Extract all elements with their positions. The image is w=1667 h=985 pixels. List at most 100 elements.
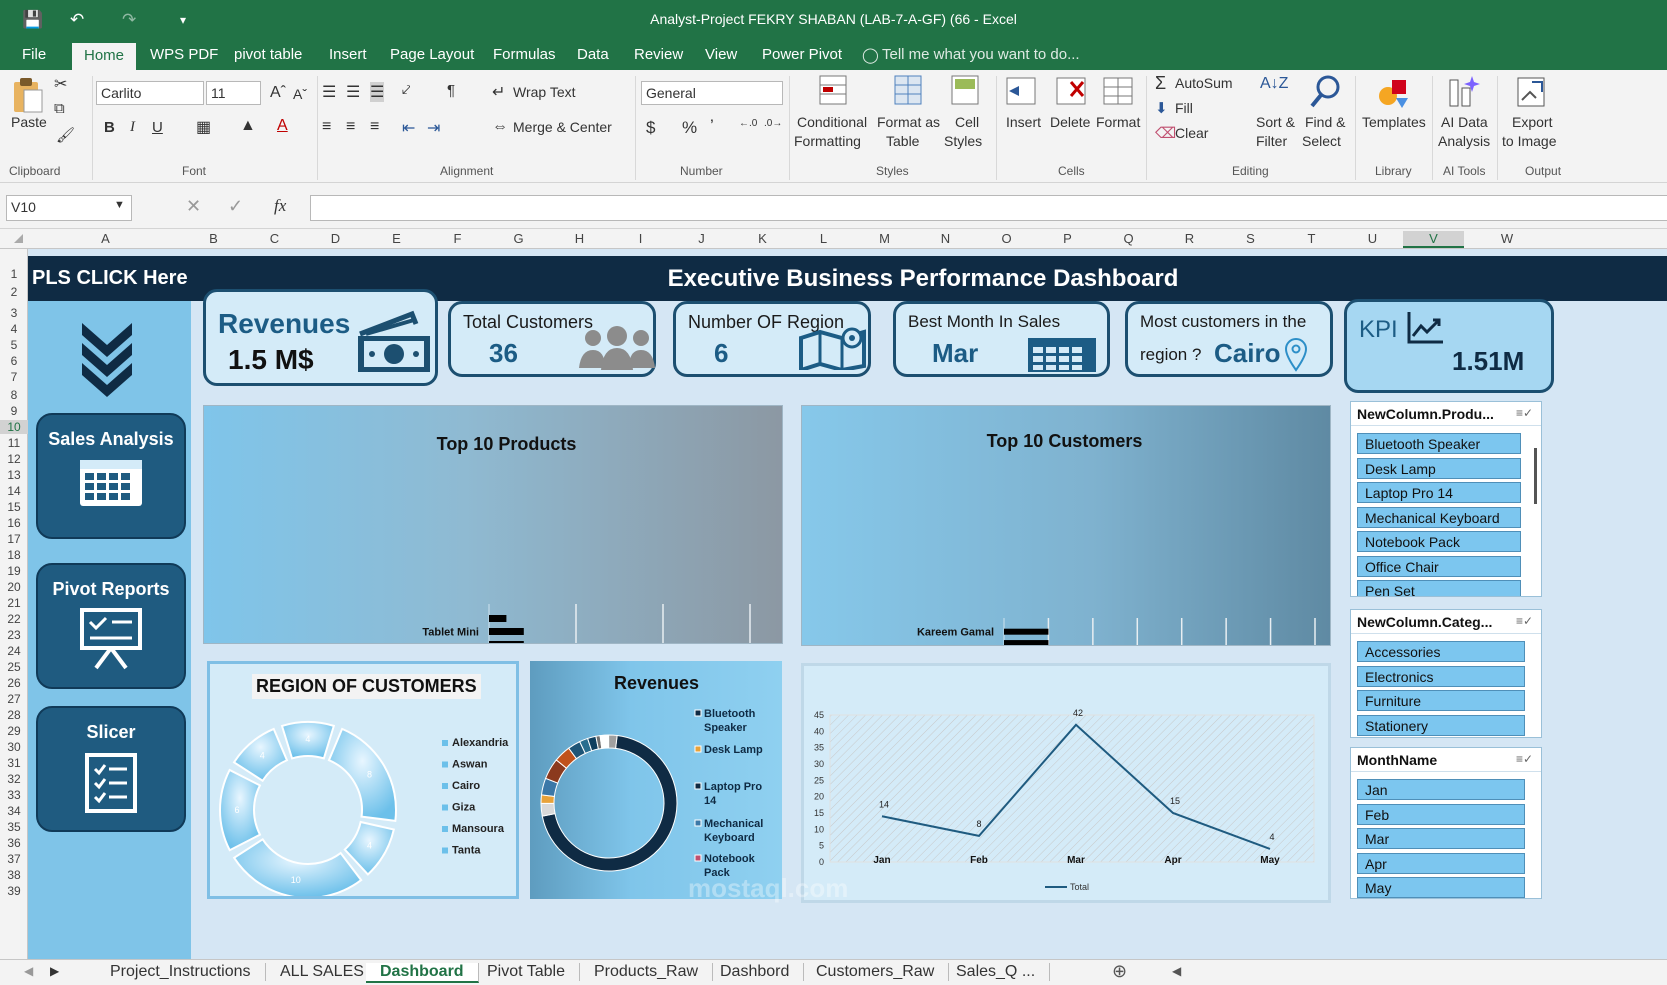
sheet-tab-dashbord[interactable]: Dashbord (706, 963, 805, 981)
tab-review[interactable]: Review (634, 46, 683, 63)
find-select-label-2[interactable]: Select (1302, 133, 1341, 149)
cancel-icon[interactable]: ✕ (186, 196, 201, 217)
slicer-item[interactable]: Electronics (1357, 665, 1525, 687)
increase-indent-icon[interactable]: ⇥ (427, 118, 440, 138)
find-select-label-1[interactable]: Find & (1305, 114, 1345, 130)
column-header[interactable]: D (305, 231, 366, 246)
column-header[interactable]: W (1464, 231, 1550, 246)
tab-data[interactable]: Data (577, 46, 609, 63)
row-header[interactable]: 20 (0, 580, 28, 594)
row-header[interactable]: 1 (0, 267, 28, 281)
tab-power-pivot[interactable]: Power Pivot (762, 46, 842, 63)
templates-icon[interactable] (1376, 74, 1412, 110)
ai-data-analysis-label-1[interactable]: AI Data (1441, 114, 1488, 130)
fill-button[interactable]: Fill (1175, 100, 1193, 116)
bold-icon[interactable]: B (104, 119, 115, 136)
slicer-button[interactable]: Slicer (36, 706, 186, 832)
slicer-item[interactable]: Feb (1357, 803, 1525, 825)
column-header[interactable]: G (488, 231, 549, 246)
align-middle-icon[interactable]: ☰ (346, 82, 360, 102)
decrease-decimal-icon[interactable]: .0→ (764, 118, 782, 129)
tab-page-layout[interactable]: Page Layout (390, 46, 474, 63)
column-header[interactable]: H (549, 231, 610, 246)
fill-color-icon[interactable]: ▲ (240, 117, 256, 135)
column-header[interactable]: A (28, 231, 183, 246)
slicer-item[interactable]: Mechanical Keyboard (1357, 506, 1521, 528)
tab-home[interactable]: Home (72, 43, 137, 70)
prev-sheet-icon[interactable]: ◀ (24, 964, 33, 978)
column-header[interactable]: F (427, 231, 488, 246)
row-header[interactable]: 31 (0, 756, 28, 770)
format-cells-icon[interactable] (1102, 74, 1136, 108)
row-header[interactable]: 37 (0, 852, 28, 866)
insert-cells-button[interactable]: Insert (1006, 114, 1041, 130)
column-header[interactable]: J (671, 231, 732, 246)
conditional-formatting-icon[interactable] (818, 74, 850, 108)
paste-icon[interactable] (10, 76, 46, 116)
underline-icon[interactable]: U (152, 119, 163, 136)
row-header[interactable]: 2 (0, 285, 28, 299)
column-header[interactable]: Q (1098, 231, 1159, 246)
row-header[interactable]: 9 (0, 404, 28, 418)
row-header[interactable]: 34 (0, 804, 28, 818)
format-as-table-label-2[interactable]: Table (886, 133, 919, 149)
orientation-icon[interactable]: ⤦ (402, 82, 410, 99)
column-header[interactable]: V (1403, 231, 1464, 248)
font-size-box[interactable]: 11 (206, 81, 261, 105)
conditional-formatting-label-2[interactable]: Formatting (794, 133, 861, 149)
font-name-box[interactable]: Carlito (96, 81, 204, 105)
format-as-table-icon[interactable] (893, 74, 925, 108)
row-header[interactable]: 18 (0, 548, 28, 562)
row-header[interactable]: 32 (0, 772, 28, 786)
templates-button[interactable]: Templates (1362, 114, 1426, 130)
row-header[interactable]: 23 (0, 628, 28, 642)
sheet-tab-pivot-table[interactable]: Pivot Table (473, 963, 580, 981)
decrease-indent-icon[interactable]: ⇤ (402, 118, 415, 138)
align-top-icon[interactable]: ☰ (322, 82, 336, 102)
format-cells-button[interactable]: Format (1096, 114, 1140, 130)
row-header[interactable]: 25 (0, 660, 28, 674)
row-header[interactable]: 28 (0, 708, 28, 722)
row-header[interactable]: 35 (0, 820, 28, 834)
slicer-item[interactable]: Apr (1357, 852, 1525, 874)
tab-wps-pdf[interactable]: WPS PDF (150, 46, 218, 63)
borders-icon[interactable]: ▦ (196, 117, 211, 137)
sheet-tab-sales-q[interactable]: Sales_Q ... (942, 963, 1051, 981)
tab-formulas[interactable]: Formulas (493, 46, 556, 63)
scroll-left-icon[interactable]: ◀ (1172, 964, 1181, 978)
italic-icon[interactable]: I (130, 119, 135, 136)
slicer-item[interactable]: Desk Lamp (1357, 457, 1521, 479)
format-as-table-label-1[interactable]: Format as (877, 114, 940, 130)
merge-center-button[interactable]: Merge & Center (513, 119, 612, 135)
row-header[interactable]: 30 (0, 740, 28, 754)
name-box-dropdown-icon[interactable]: ▼ (114, 199, 125, 211)
paste-button[interactable]: Paste (11, 114, 47, 130)
text-direction-icon[interactable]: ¶ (447, 82, 455, 99)
row-header[interactable]: 15 (0, 500, 28, 514)
format-painter-icon[interactable]: 🖌 (56, 126, 75, 144)
clear-button[interactable]: Clear (1175, 125, 1208, 141)
shrink-font-icon[interactable]: Aˇ (293, 86, 307, 102)
row-header[interactable]: 26 (0, 676, 28, 690)
column-header[interactable]: B (183, 231, 244, 246)
ai-data-analysis-label-2[interactable]: Analysis (1438, 133, 1490, 149)
enter-icon[interactable]: ✓ (228, 196, 243, 217)
row-header[interactable]: 19 (0, 564, 28, 578)
column-header[interactable]: I (610, 231, 671, 246)
ai-data-analysis-icon[interactable] (1446, 74, 1480, 110)
align-bottom-icon[interactable]: ☰ (370, 82, 385, 102)
add-sheet-icon[interactable]: ⊕ (1112, 961, 1127, 982)
sheet-tab-customers-raw[interactable]: Customers_Raw (802, 963, 950, 981)
tab-pivot-table[interactable]: pivot table (234, 46, 302, 63)
align-right-icon[interactable]: ≡ (370, 118, 379, 136)
slicer-item[interactable]: Laptop Pro 14 (1357, 482, 1521, 503)
slicer-item[interactable]: Furniture (1357, 690, 1525, 711)
row-header[interactable]: 10 (0, 420, 28, 434)
row-header[interactable]: 14 (0, 484, 28, 498)
sheet-tab-products-raw[interactable]: Products_Raw (580, 963, 714, 981)
pivot-reports-button[interactable]: Pivot Reports (36, 563, 186, 689)
currency-icon[interactable]: $ (646, 118, 655, 138)
grow-font-icon[interactable]: Aˆ (270, 84, 286, 102)
select-all-corner[interactable] (14, 234, 23, 243)
row-header[interactable]: 39 (0, 884, 28, 898)
